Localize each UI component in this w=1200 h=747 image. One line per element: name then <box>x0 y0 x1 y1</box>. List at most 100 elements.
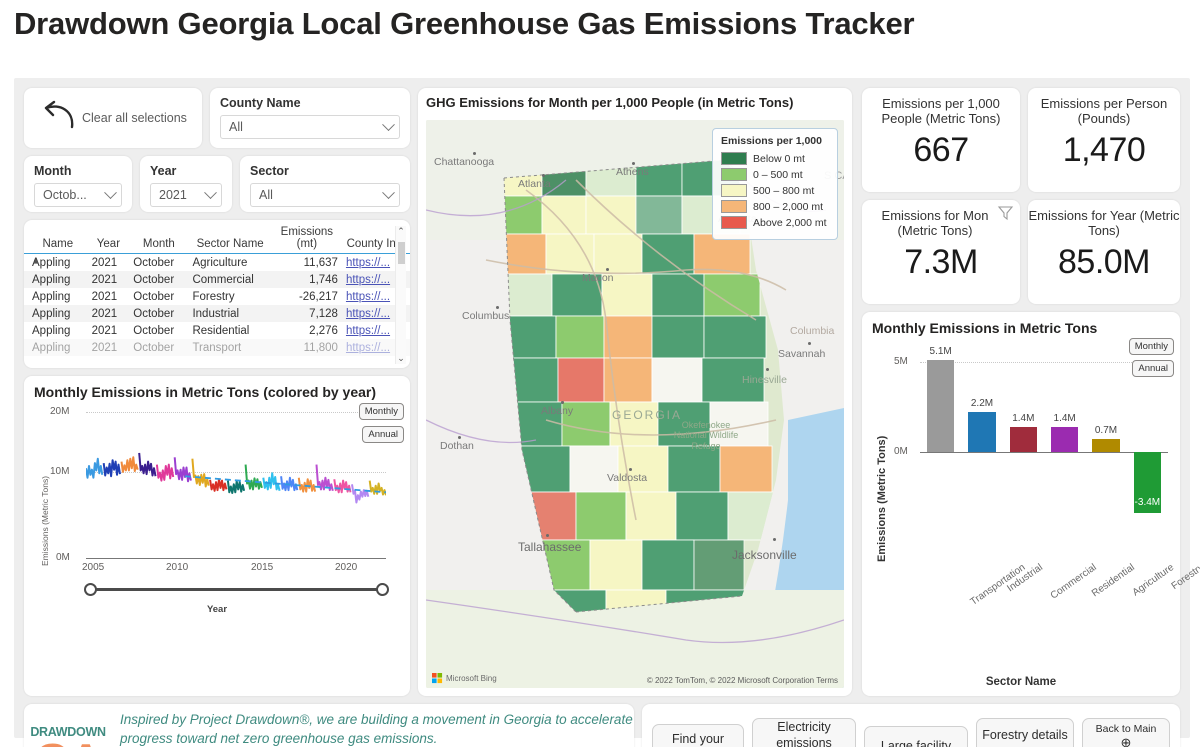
map-legend-row: Below 0 mt <box>721 152 830 165</box>
bar-category-label[interactable]: Agriculture <box>1131 562 1176 598</box>
cell-month: October <box>133 324 175 337</box>
line-chart-title: Monthly Emissions in Metric Tons (colore… <box>34 384 377 400</box>
sector-emissions-bar-chart[interactable]: Monthly Emissions in Metric Tons Emissio… <box>862 312 1200 696</box>
slicer-year[interactable]: Year 2021 <box>140 156 232 212</box>
table-col-year[interactable]: Year <box>88 224 130 254</box>
kpi-emissions-for-month[interactable]: Emissions for Mon (Metric Tons) 7.3M <box>862 200 1020 304</box>
bar-transportation[interactable] <box>927 360 955 452</box>
slicer-sector-value: All <box>259 188 273 202</box>
nav-electricity-emissions[interactable]: Electricity emissions <box>752 718 856 747</box>
map-legend-row: 0 – 500 mt <box>721 168 830 181</box>
slicer-month-dropdown[interactable]: Octob... <box>34 183 122 207</box>
nav-forestry-details[interactable]: Forestry details <box>976 718 1074 747</box>
bar-agriculture[interactable] <box>1092 439 1120 452</box>
line-series-2009 <box>155 463 175 482</box>
clear-all-label: Clear all selections <box>82 111 187 125</box>
table-col-sector[interactable]: Sector Name <box>188 224 271 254</box>
kpi-emissions-per-1000-people[interactable]: Emissions per 1,000 People (Metric Tons)… <box>862 88 1020 192</box>
bar-chart-title: Monthly Emissions in Metric Tons <box>872 320 1098 336</box>
bar-value-label: 1.4M <box>1053 412 1076 424</box>
monthly-emissions-line-chart[interactable]: Monthly Emissions in Metric Tons (colore… <box>24 376 410 696</box>
map-city-atlanta: Atlanta <box>518 178 551 190</box>
clear-all-selections-button[interactable]: Clear all selections <box>24 88 202 148</box>
bar-industrial[interactable] <box>968 412 996 452</box>
ghg-emissions-map[interactable]: GHG Emissions for Month per 1,000 People… <box>418 88 852 696</box>
city-dot <box>546 534 549 537</box>
kpi1-value: 667 <box>913 130 969 169</box>
line-series-2012 <box>209 478 228 492</box>
back-arrow-icon <box>38 99 78 138</box>
map-label-okefenokee: Okefenokee National Wildlife Refuge <box>673 420 739 451</box>
table-row[interactable]: Appling 2021 October Industrial 7,128 https:/… <box>24 305 410 322</box>
bar-value-label: 0.7M <box>1094 425 1118 437</box>
bar-residential[interactable] <box>1051 426 1079 452</box>
line-series-2019 <box>333 479 352 494</box>
legend-swatch <box>721 216 747 229</box>
table-scrollbar[interactable]: ⌃ ⌄ <box>395 226 406 364</box>
line-series-2008 <box>138 452 157 477</box>
kpi-emissions-per-person[interactable]: Emissions per Person (Pounds) 1,470 <box>1028 88 1180 192</box>
year-slider-knob-right[interactable] <box>376 583 389 596</box>
cell-sector: Residential <box>192 324 250 337</box>
city-dot <box>473 152 476 155</box>
slicer-county-dropdown[interactable]: All <box>220 115 400 139</box>
bar-chart-x-axis-label: Sector Name <box>985 676 1057 688</box>
slicer-county-name[interactable]: County Name All <box>210 88 410 148</box>
year-slider-knob-left[interactable] <box>84 583 97 596</box>
scroll-down-icon[interactable]: ⌄ <box>397 353 405 364</box>
slicer-sector-dropdown[interactable]: All <box>250 183 400 207</box>
cell-year: 2021 <box>91 324 118 337</box>
bar-toggle-monthly[interactable]: Monthly <box>1128 338 1174 355</box>
line-toggle-annual[interactable]: Annual <box>362 426 404 443</box>
kpi-emissions-for-year[interactable]: Emissions for Year (Metric Tons) 85.0M <box>1028 200 1180 304</box>
map-legend-row: Above 2,000 mt <box>721 216 830 229</box>
chevron-down-icon <box>104 185 117 199</box>
bar-toggle-annual[interactable]: Annual <box>1132 360 1174 377</box>
emissions-data-table[interactable]: Name Year Month Sector Name Emissions (m… <box>24 220 410 368</box>
nav-find-county-by-zip[interactable]: Find your county from your zip code <box>652 724 744 747</box>
scroll-up-icon[interactable]: ⌃ <box>397 226 405 237</box>
table-col-emissions[interactable]: Emissions (mt) <box>272 224 342 254</box>
table-row[interactable]: Appling 2021 October Transport 11,800 https:/… <box>24 339 410 356</box>
nav-large-facility-direct-emissions[interactable]: Large facility direct emissions <box>864 726 968 747</box>
line-toggle-monthly[interactable]: Monthly <box>358 403 404 420</box>
bar-commercial[interactable] <box>1009 426 1037 452</box>
slicer-year-dropdown[interactable]: 2021 <box>150 183 222 207</box>
filter-icon[interactable] <box>997 204 1014 226</box>
cell-year: 2021 <box>91 290 118 303</box>
line-series-2010 <box>173 457 192 483</box>
cell-emissions: -26,217 <box>298 290 338 303</box>
cell-name: Appling <box>32 324 71 337</box>
map-city-chattanooga: Chattanooga <box>434 156 495 168</box>
line-xtick-2020: 2020 <box>335 562 358 573</box>
table-col-month[interactable]: Month <box>129 224 188 254</box>
map-title: GHG Emissions for Month per 1,000 People… <box>426 95 794 110</box>
chevron-down-icon <box>382 185 395 199</box>
cell-emissions: 7,128 <box>309 307 338 320</box>
bar-category-label[interactable]: Forestry <box>1170 562 1200 592</box>
table-row[interactable]: Appling 2021 October Commercial 1,746 https:/… <box>24 271 410 288</box>
nav-back-to-main[interactable]: Back to Main ⊕ <box>1082 718 1170 747</box>
footer-text-block: Inspired by Project Drawdown®, we are bu… <box>120 710 634 747</box>
cell-month: October <box>133 273 175 286</box>
line-tick-20m: 20M <box>50 406 70 417</box>
cell-year: 2021 <box>91 273 118 286</box>
year-slider-track[interactable] <box>90 588 382 591</box>
logo-wordmark-bottom: GA <box>35 737 103 747</box>
scrollbar-thumb[interactable] <box>398 242 405 264</box>
kpi2-value: 1,470 <box>1062 130 1146 169</box>
city-dot <box>606 268 609 271</box>
slicer-month[interactable]: Month Octob... <box>24 156 132 212</box>
line-series-2020 <box>351 484 370 504</box>
bar-category-label[interactable]: Commercial <box>1049 562 1099 602</box>
line-series-2006 <box>102 459 121 478</box>
map-surface[interactable]: Chattanooga Atlanta Athens Augusta Macon… <box>426 120 844 688</box>
table-row[interactable]: Appling 2021 October Forestry -26,217 https:/… <box>24 288 410 305</box>
slicer-sector[interactable]: Sector All <box>240 156 410 212</box>
table-row[interactable]: Appling 2021 October Agriculture 11,637 https… <box>24 254 410 272</box>
cell-sector: Forestry <box>192 290 235 303</box>
table-row[interactable]: Appling 2021 October Residential 2,276 https:… <box>24 322 410 339</box>
city-dot <box>542 174 545 177</box>
bar-tick-0m: 0M <box>894 446 908 457</box>
table-col-name[interactable]: Name <box>24 224 88 254</box>
